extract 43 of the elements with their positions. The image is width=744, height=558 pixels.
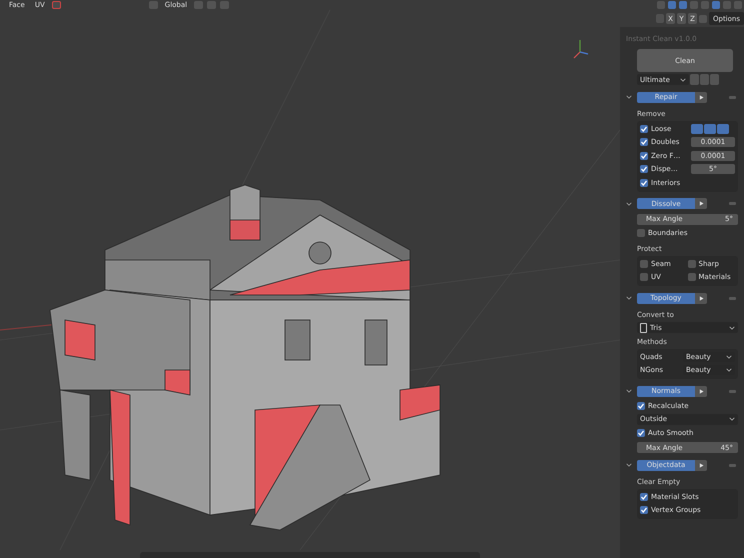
drag-handle-icon[interactable]: [729, 96, 736, 98]
play-button[interactable]: [695, 198, 707, 209]
play-button[interactable]: [695, 460, 707, 470]
play-button[interactable]: [695, 386, 707, 396]
play-icon: [698, 94, 704, 100]
checkbox[interactable]: [688, 260, 696, 268]
checkbox[interactable]: [637, 402, 645, 410]
chevron-down-icon[interactable]: [729, 417, 735, 421]
play-icon: [698, 201, 704, 206]
checkbox[interactable]: [640, 165, 648, 174]
mode-toggle-icon[interactable]: [704, 124, 716, 134]
drag-handle-icon[interactable]: [729, 464, 736, 466]
drag-handle-icon[interactable]: [729, 296, 736, 300]
drag-handle-icon[interactable]: [729, 390, 736, 392]
chevron-down-icon[interactable]: [626, 389, 632, 393]
checkbox[interactable]: [640, 138, 648, 146]
mode-toggle-icon[interactable]: [717, 124, 729, 134]
chevron-down-icon[interactable]: [626, 463, 632, 467]
checkbox[interactable]: [640, 273, 648, 282]
chevron-down-icon[interactable]: [626, 202, 632, 206]
checkbox[interactable]: [640, 260, 648, 268]
play-button[interactable]: [695, 292, 707, 304]
play-icon: [698, 462, 704, 468]
checkbox[interactable]: [637, 229, 645, 238]
checkbox[interactable]: [640, 178, 648, 187]
drag-handle-icon[interactable]: [729, 202, 736, 205]
chevron-down-icon[interactable]: [726, 368, 732, 372]
mode-toggle-icon[interactable]: [691, 124, 703, 134]
checkbox[interactable]: [640, 124, 648, 133]
play-icon: [698, 296, 704, 300]
play-icon: [698, 388, 704, 394]
chevron-down-icon[interactable]: [626, 296, 632, 300]
checkbox[interactable]: [640, 506, 648, 514]
axis-gizmo-icon: [574, 40, 588, 58]
chevron-down-icon[interactable]: [726, 354, 732, 359]
chevron-down-icon[interactable]: [626, 95, 632, 99]
chevron-down-icon[interactable]: [680, 78, 686, 82]
checkbox[interactable]: [688, 273, 696, 282]
checkbox[interactable]: [637, 429, 645, 438]
checkbox[interactable]: [640, 152, 648, 160]
chevron-down-icon[interactable]: [729, 326, 735, 330]
play-button[interactable]: [695, 92, 707, 102]
checkbox[interactable]: [640, 492, 648, 501]
